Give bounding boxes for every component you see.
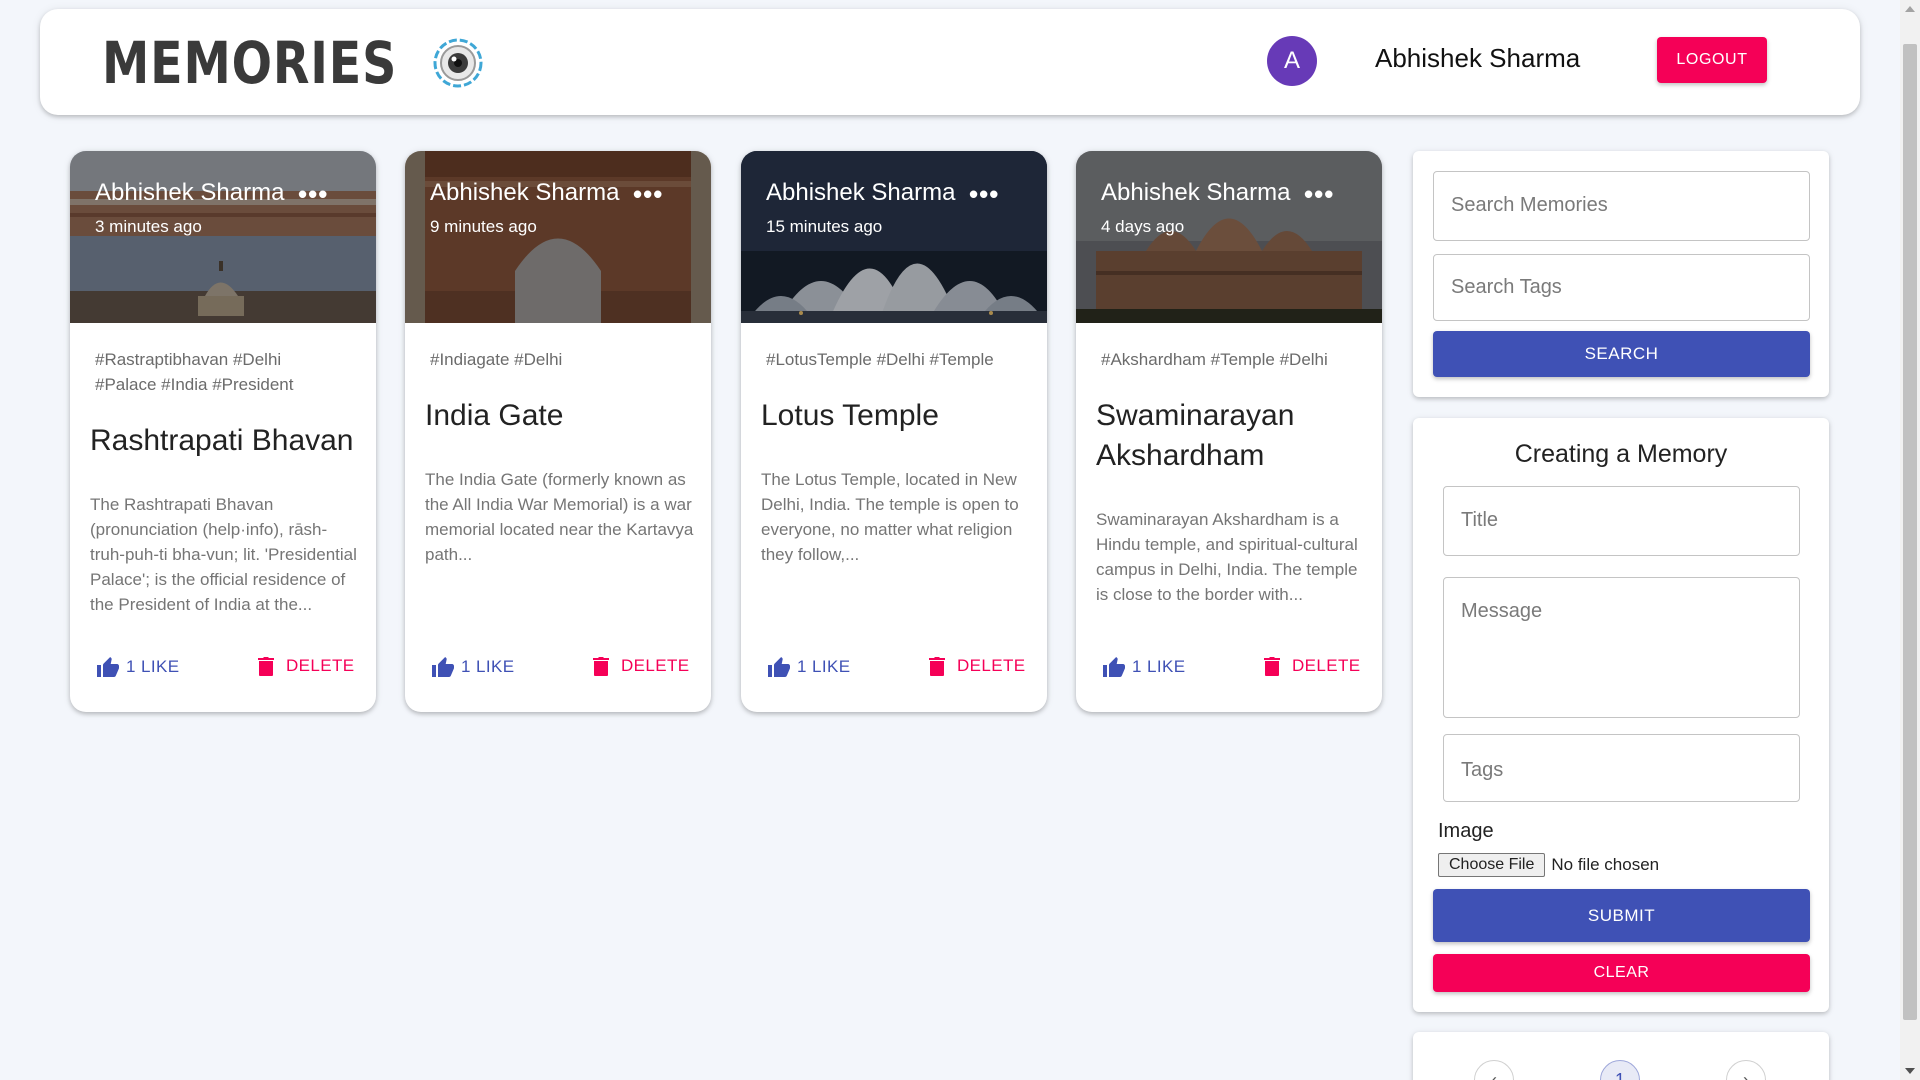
post-actions: 1 LIKE DELETE <box>70 656 376 692</box>
post-card: Abhishek Sharma ••• 4 days ago #Akshardh… <box>1076 151 1382 712</box>
trash-icon <box>929 657 945 676</box>
post-time: 15 minutes ago <box>766 217 883 236</box>
post-message: The Rashtrapati Bhavan (pronunciation (h… <box>90 495 357 614</box>
avatar[interactable]: A <box>1267 36 1317 86</box>
like-button[interactable]: 1 LIKE <box>431 656 514 678</box>
search-button[interactable]: SEARCH <box>1433 331 1810 377</box>
more-options-icon[interactable]: ••• <box>298 179 328 210</box>
like-count: 1 LIKE <box>461 657 515 676</box>
camera-lens-icon <box>432 37 484 89</box>
form-title: Creating a Memory <box>1514 440 1728 468</box>
delete-label: DELETE <box>957 656 1026 675</box>
create-memory-form: Creating a Memory Title Message Tags Ima… <box>1413 418 1829 1012</box>
post-image: Abhishek Sharma ••• 3 minutes ago <box>70 151 376 323</box>
brand-title: MEMORIES <box>102 29 398 97</box>
thumb-up-icon <box>97 657 119 677</box>
delete-button[interactable]: DELETE <box>929 656 1026 676</box>
thumb-up-icon <box>1103 657 1125 677</box>
post-actions: 1 LIKE DELETE <box>741 656 1047 692</box>
delete-label: DELETE <box>621 656 690 675</box>
delete-button[interactable]: DELETE <box>258 656 355 676</box>
post-author: Abhishek Sharma <box>430 179 620 206</box>
post-actions: 1 LIKE DELETE <box>405 656 711 692</box>
scroll-down-icon[interactable] <box>1905 1068 1915 1074</box>
post-image: Abhishek Sharma ••• 9 minutes ago <box>405 151 711 323</box>
delete-button[interactable]: DELETE <box>1264 656 1361 676</box>
title-input[interactable]: Title <box>1443 486 1800 556</box>
image-label: Image <box>1438 820 1494 842</box>
like-count: 1 LIKE <box>126 657 180 676</box>
post-time: 9 minutes ago <box>430 217 537 236</box>
post-title: India Gate <box>425 399 564 432</box>
file-input: Choose File No file chosen <box>1438 853 1659 877</box>
more-options-icon[interactable]: ••• <box>1304 179 1334 210</box>
more-options-icon[interactable]: ••• <box>969 179 999 210</box>
search-tags-placeholder: Search Tags <box>1451 276 1562 298</box>
like-button[interactable]: 1 LIKE <box>96 656 179 678</box>
scroll-up-icon[interactable] <box>1905 6 1915 12</box>
logout-button[interactable]: LOGOUT <box>1657 37 1767 83</box>
message-placeholder: Message <box>1461 600 1543 622</box>
post-author: Abhishek Sharma <box>766 179 956 206</box>
submit-button[interactable]: SUBMIT <box>1433 889 1810 942</box>
post-time: 3 minutes ago <box>95 217 202 236</box>
delete-button[interactable]: DELETE <box>593 656 690 676</box>
tags-placeholder: Tags <box>1461 759 1504 781</box>
thumb-up-icon <box>768 657 790 677</box>
post-image: Abhishek Sharma ••• 15 minutes ago <box>741 151 1047 323</box>
delete-label: DELETE <box>1292 656 1361 675</box>
pagination-panel: ‹ 1 › <box>1413 1032 1829 1080</box>
more-options-icon[interactable]: ••• <box>633 179 663 210</box>
user-name: Abhishek Sharma <box>1375 43 1581 73</box>
clear-button[interactable]: CLEAR <box>1433 954 1810 992</box>
like-count: 1 LIKE <box>1132 657 1186 676</box>
like-button[interactable]: 1 LIKE <box>1102 656 1185 678</box>
post-tags: #Rastraptibhavan #Delhi #Palace #India #… <box>95 350 294 394</box>
trash-icon <box>258 657 274 676</box>
search-memories-input[interactable]: Search Memories <box>1433 171 1810 241</box>
post-author: Abhishek Sharma <box>95 179 285 206</box>
trash-icon <box>1264 657 1280 676</box>
like-count: 1 LIKE <box>797 657 851 676</box>
post-actions: 1 LIKE DELETE <box>1076 656 1382 692</box>
scrollbar-thumb[interactable] <box>1903 44 1917 1020</box>
post-card: Abhishek Sharma ••• 3 minutes ago #Rastr… <box>70 151 376 712</box>
post-tags: #Indiagate #Delhi <box>430 350 563 369</box>
post-tags: #LotusTemple #Delhi #Temple <box>766 350 994 369</box>
post-tags: #Akshardham #Temple #Delhi <box>1101 350 1328 369</box>
prev-page-button[interactable]: ‹ <box>1474 1060 1514 1080</box>
search-panel: Search Memories Search Tags SEARCH <box>1413 151 1829 397</box>
post-message: The India Gate (formerly known as the Al… <box>425 470 694 564</box>
post-title: Swaminarayan Akshardham <box>1096 399 1295 472</box>
file-status: No file chosen <box>1551 855 1660 874</box>
search-memories-placeholder: Search Memories <box>1451 194 1608 216</box>
page-scrollbar[interactable] <box>1900 0 1920 1080</box>
tags-input[interactable]: Tags <box>1443 734 1800 802</box>
title-placeholder: Title <box>1461 509 1499 531</box>
trash-icon <box>593 657 609 676</box>
post-message: Swaminarayan Akshardham is a Hindu templ… <box>1096 510 1358 604</box>
post-image: Abhishek Sharma ••• 4 days ago <box>1076 151 1382 323</box>
message-textarea[interactable]: Message <box>1443 577 1800 718</box>
post-card: Abhishek Sharma ••• 15 minutes ago #Lotu… <box>741 151 1047 712</box>
post-time: 4 days ago <box>1101 217 1185 236</box>
like-button[interactable]: 1 LIKE <box>767 656 850 678</box>
post-card: Abhishek Sharma ••• 9 minutes ago #India… <box>405 151 711 712</box>
next-page-button[interactable]: › <box>1726 1060 1766 1080</box>
post-message: The Lotus Temple, located in New Delhi, … <box>761 470 1019 564</box>
page-1-button[interactable]: 1 <box>1600 1060 1640 1080</box>
post-title: Lotus Temple <box>761 399 939 432</box>
thumb-up-icon <box>432 657 454 677</box>
choose-file-button[interactable]: Choose File <box>1438 853 1546 877</box>
post-title: Rashtrapati Bhavan <box>90 424 354 457</box>
brand[interactable]: MEMORIES <box>102 33 484 93</box>
app-bar: MEMORIES A Abhishek Sharma LOGOUT <box>40 9 1860 115</box>
search-tags-input[interactable]: Search Tags <box>1433 254 1810 321</box>
post-author: Abhishek Sharma <box>1101 179 1291 206</box>
delete-label: DELETE <box>286 656 355 675</box>
